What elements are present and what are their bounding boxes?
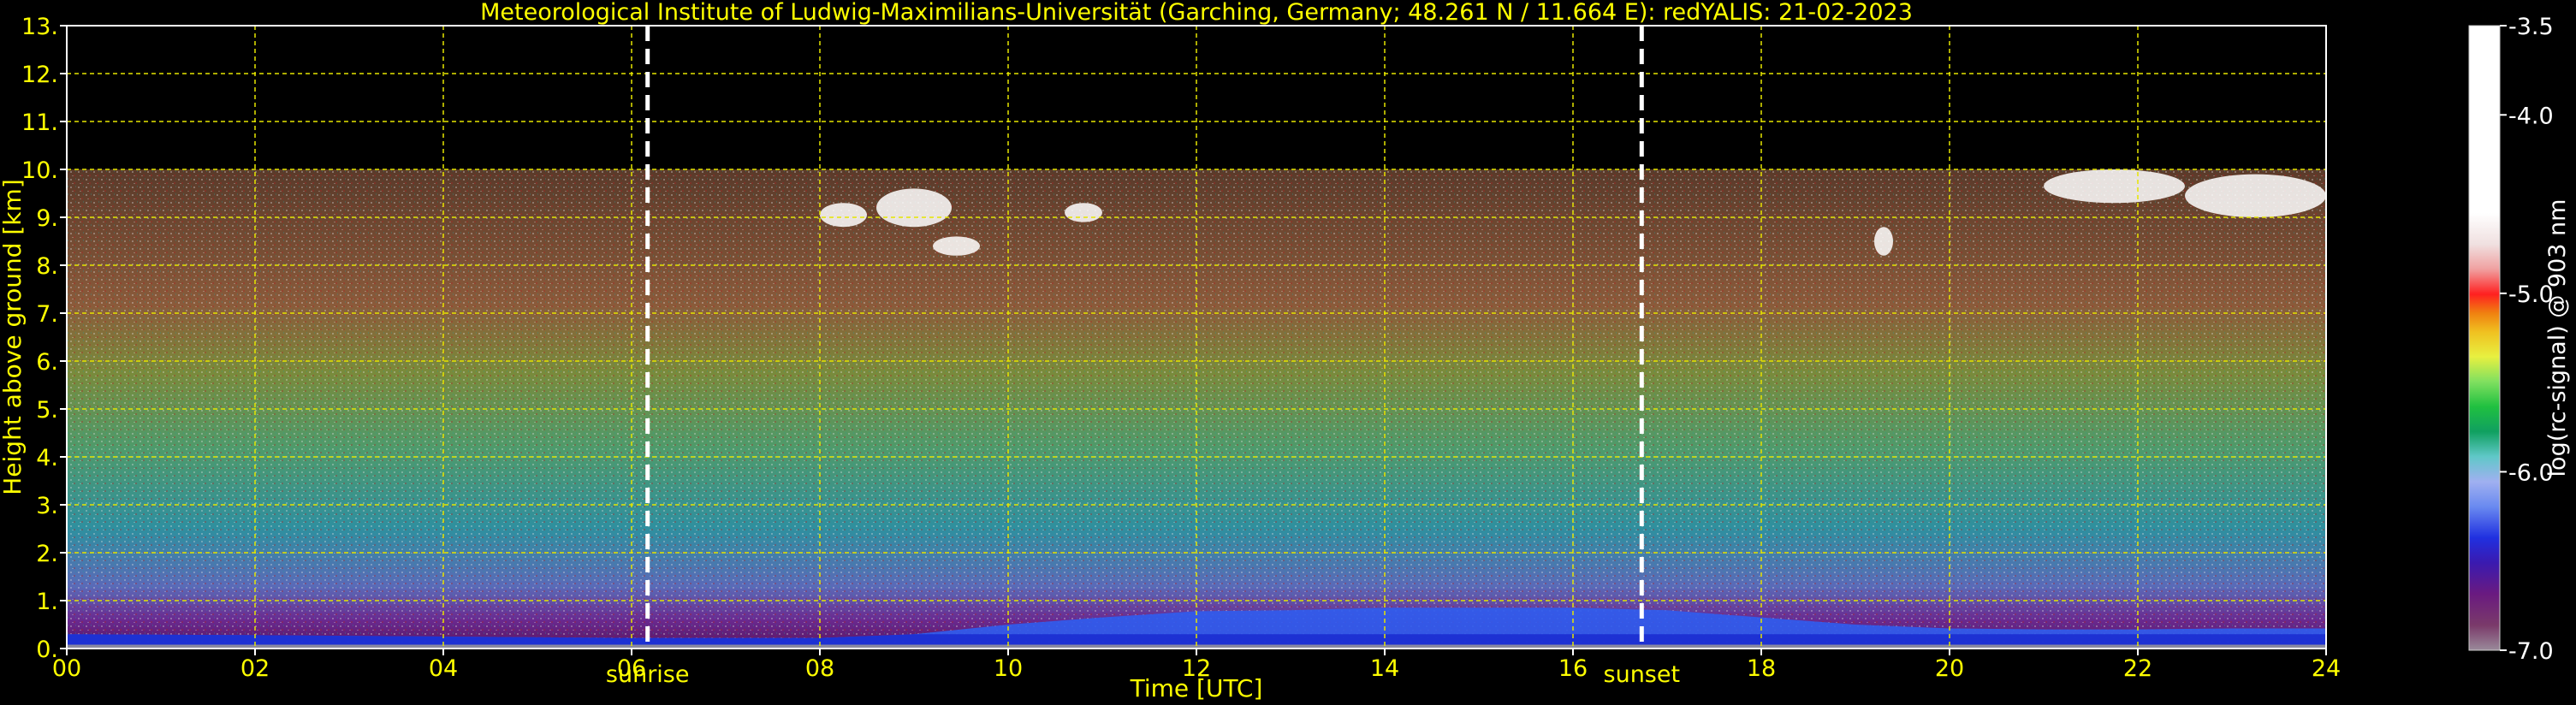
cloud-patch — [933, 236, 980, 256]
y-tick-label: 6. — [36, 349, 58, 376]
y-tick-label: 5. — [36, 397, 58, 424]
x-tick-label: 06 — [617, 655, 646, 682]
sunset-label: sunset — [1604, 661, 1681, 688]
x-axis-label: Time [UTC] — [1130, 674, 1263, 702]
x-tick-label: 08 — [805, 655, 834, 682]
cloud-patch — [2185, 174, 2326, 217]
x-tick-label: 04 — [429, 655, 458, 682]
x-tick-label: 16 — [1558, 655, 1588, 682]
colorbar-tick-label: -3.5 — [2508, 14, 2554, 40]
colorbar — [2468, 25, 2501, 651]
lidar-chart: sunrise sunset00 02 04 06 08 10 12 14 16 18 20 22 240… — [0, 0, 2571, 702]
cloud-patch — [876, 188, 952, 228]
cloud-patch — [1065, 203, 1102, 222]
cloud-patch — [820, 203, 867, 228]
x-tick-label: 14 — [1370, 655, 1399, 682]
y-tick-label: 11. — [21, 110, 58, 136]
y-tick-label: 9. — [36, 205, 58, 232]
x-tick-label: 22 — [2123, 655, 2152, 682]
y-tick-label: 1. — [36, 589, 58, 615]
y-tick-label: 3. — [36, 493, 58, 519]
y-tick-label: 10. — [21, 157, 58, 184]
colorbar-tick-label: -4.0 — [2508, 103, 2554, 129]
y-tick-label: 2. — [36, 541, 58, 567]
y-tick-label: 12. — [21, 62, 58, 88]
x-tick-label: 02 — [240, 655, 270, 682]
y-tick-label: 0. — [36, 637, 58, 663]
x-tick-label: 10 — [994, 655, 1023, 682]
colorbar-tick-label: -7.0 — [2508, 638, 2554, 665]
chart-title: Meteorological Institute of Ludwig-Maxim… — [480, 0, 1913, 26]
cloud-patch — [2044, 169, 2185, 204]
y-tick-label: 7. — [36, 301, 58, 328]
y-tick-label: 4. — [36, 445, 58, 471]
x-tick-label: 18 — [1747, 655, 1776, 682]
y-axis-label: Height above ground [km] — [0, 179, 27, 495]
y-tick-label: 8. — [36, 253, 58, 280]
y-tick-label: 13. — [21, 14, 58, 40]
x-tick-label: 24 — [2312, 655, 2341, 682]
colorbar-label: log(rc-signal) @ 903 nm — [2544, 199, 2571, 477]
x-tick-label: 20 — [1935, 655, 1964, 682]
cloud-patch — [1874, 227, 1893, 256]
